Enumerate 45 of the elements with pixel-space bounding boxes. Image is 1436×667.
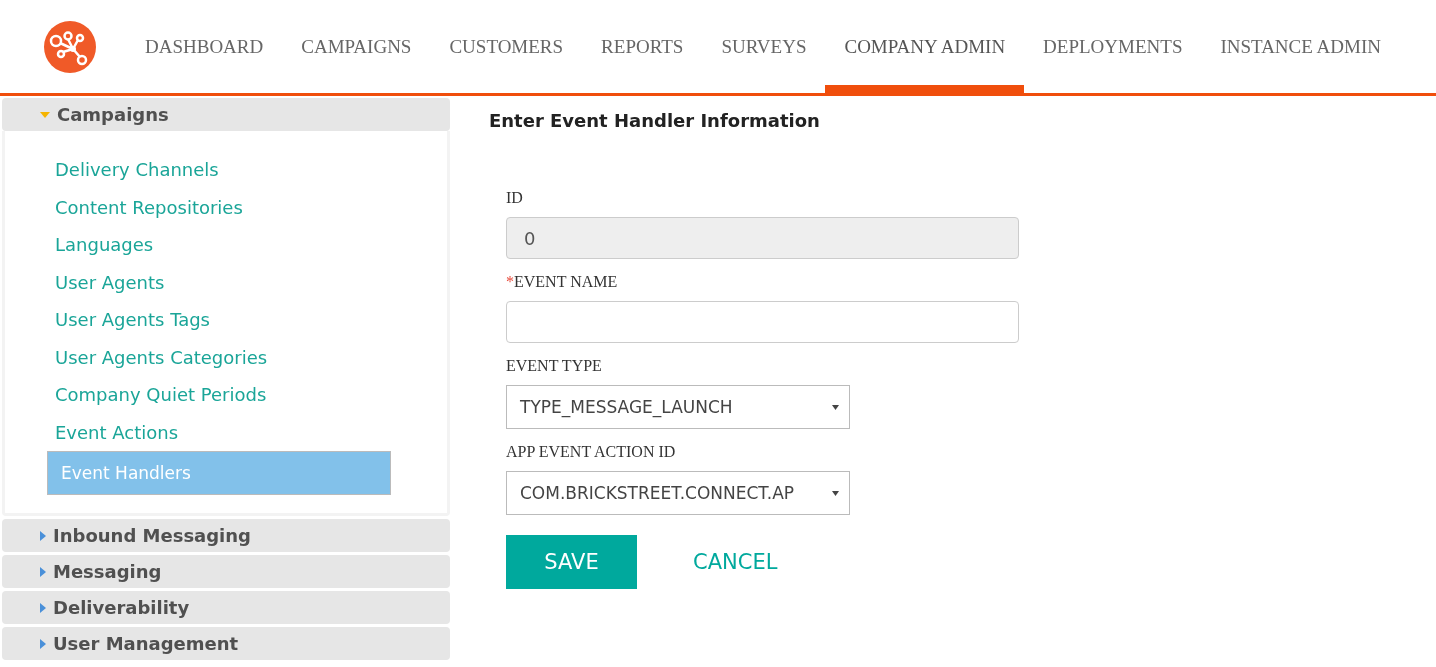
menu-item[interactable]: Delivery Channels xyxy=(47,151,396,189)
nav-tab[interactable]: DEPLOYMENTS xyxy=(1024,0,1202,93)
field-label: APP EVENT ACTION ID xyxy=(506,443,677,461)
caret-icon xyxy=(40,602,46,613)
form-title: Enter Event Handler Information xyxy=(489,110,821,131)
caret-icon xyxy=(832,490,839,496)
caret-icon xyxy=(40,638,46,649)
input-field[interactable] xyxy=(506,301,1019,343)
accordion-header[interactable]: Deliverability xyxy=(2,591,450,624)
menu-item[interactable]: Event Actions xyxy=(47,413,396,451)
caret-icon xyxy=(40,111,50,118)
nav-tab[interactable]: COMPANY ADMIN xyxy=(825,0,1025,93)
dropdown[interactable]: COM.BRICKSTREET.CONNECT.AP xyxy=(506,471,850,515)
save-button[interactable]: SAVE xyxy=(506,535,637,589)
nav-tab[interactable]: REPORTS xyxy=(582,0,703,93)
nav-tab[interactable]: SURVEYS xyxy=(702,0,826,93)
nav-tab[interactable]: CAMPAIGNS xyxy=(282,0,431,93)
accordion-header[interactable]: Inbound Messaging xyxy=(2,519,450,552)
accordion-header[interactable]: User Management xyxy=(2,627,450,660)
nav-tab[interactable]: CUSTOMERS xyxy=(430,0,583,93)
dropdown[interactable]: TYPE_MESSAGE_LAUNCH xyxy=(506,385,850,429)
accordion-header[interactable]: Campaigns xyxy=(2,98,450,131)
id-field[interactable]: 0 xyxy=(506,217,1019,259)
menu-item[interactable]: User Agents xyxy=(47,263,396,301)
menu-item[interactable]: User Agents Tags xyxy=(47,301,396,339)
section-title: Inbound Messaging xyxy=(53,525,251,546)
caret-icon xyxy=(40,530,46,541)
logo-icon[interactable] xyxy=(44,20,96,73)
menu-item[interactable]: User Agents Categories xyxy=(47,338,396,376)
section-title: User Management xyxy=(53,633,239,654)
menu-item[interactable]: Company Quiet Periods xyxy=(47,376,396,414)
menu-item[interactable]: Content Repositories xyxy=(47,188,396,226)
section-title: Campaigns xyxy=(57,104,169,125)
nav-tab[interactable]: INSTANCE ADMIN xyxy=(1201,0,1400,93)
field-label: ID xyxy=(506,189,524,207)
field-label: *EVENT NAME xyxy=(506,273,619,291)
caret-icon xyxy=(40,566,46,577)
menu-item[interactable]: Languages xyxy=(47,226,396,264)
section-title: Deliverability xyxy=(53,597,190,618)
accordion-header[interactable]: Messaging xyxy=(2,555,450,588)
field-label: EVENT TYPE xyxy=(506,357,603,375)
cancel-link[interactable]: CANCEL xyxy=(693,550,778,574)
section-title: Messaging xyxy=(53,561,162,582)
nav-tab[interactable]: DASHBOARD xyxy=(126,0,283,93)
caret-icon xyxy=(832,404,839,410)
